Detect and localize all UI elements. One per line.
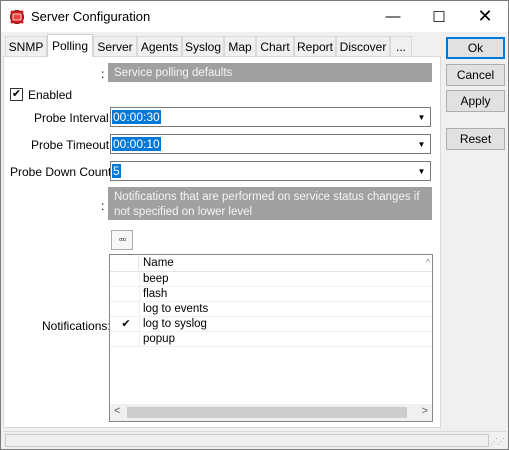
list-item[interactable]: popup	[110, 332, 432, 347]
probe-down-count-value: 5	[112, 164, 121, 178]
notifications-description: Notifications that are performed on serv…	[108, 187, 432, 220]
probe-down-count-combo[interactable]: 5 ▼	[110, 161, 431, 181]
probe-timeout-label: Probe Timeout:	[31, 138, 113, 152]
enabled-label: Enabled	[28, 88, 73, 102]
chevron-down-icon[interactable]: ▼	[413, 135, 430, 153]
title-bar[interactable]: Server Configuration — ☐ ✕	[1, 1, 508, 32]
list-item-name: popup	[143, 333, 175, 345]
ok-button[interactable]: Ok	[446, 37, 505, 59]
sort-ascending-icon: ^	[425, 257, 430, 267]
chevron-down-icon[interactable]: ▼	[413, 108, 430, 126]
tab-snmp[interactable]: SNMP	[5, 36, 47, 56]
tab-server[interactable]: Server	[93, 36, 137, 56]
scroll-left-icon[interactable]: <	[114, 405, 120, 417]
list-item-name: log to syslog	[143, 318, 207, 330]
apply-button[interactable]: Apply	[446, 90, 505, 112]
resize-grip-icon[interactable]: ⋰⋰	[490, 437, 505, 446]
scroll-right-icon[interactable]: >	[422, 405, 428, 417]
enabled-checkbox[interactable]: ✔	[10, 88, 23, 101]
probe-down-count-label: Probe Down Count:	[10, 165, 115, 179]
list-header: Name ^	[110, 255, 432, 272]
probe-interval-combo[interactable]: 00:00:30 ▼	[110, 107, 431, 127]
list-item[interactable]: log to events	[110, 302, 432, 317]
list-item-name: beep	[143, 273, 169, 285]
column-divider	[139, 272, 140, 287]
column-divider	[139, 287, 140, 302]
column-divider	[139, 302, 140, 317]
column-divider	[139, 317, 140, 332]
list-item[interactable]: flash	[110, 287, 432, 302]
list-item[interactable]: beep	[110, 272, 432, 287]
notifications-list[interactable]: Name ^ beep flash log to events ✔ log to…	[109, 254, 433, 422]
tab-map[interactable]: Map	[224, 36, 256, 56]
probe-interval-label: Probe Interval:	[34, 111, 113, 125]
app-logo-icon	[10, 10, 24, 24]
section-colon: :	[101, 67, 105, 81]
scrollbar-thumb[interactable]	[127, 407, 407, 418]
horizontal-scrollbar[interactable]: < >	[110, 404, 432, 421]
section-header: Service polling defaults	[108, 63, 432, 82]
chevron-down-icon[interactable]: ▼	[413, 162, 430, 180]
close-button[interactable]: ✕	[462, 1, 508, 32]
tab-chart[interactable]: Chart	[256, 36, 294, 56]
cancel-button[interactable]: Cancel	[446, 64, 505, 86]
edit-notifications-button[interactable]: ▫▫▫	[111, 230, 133, 250]
minimize-button[interactable]: —	[370, 1, 416, 32]
tab-agents[interactable]: Agents	[137, 36, 182, 56]
notifications-label: Notifications:	[42, 319, 111, 333]
tab-polling[interactable]: Polling	[47, 34, 93, 57]
window-title: Server Configuration	[31, 9, 151, 24]
probe-timeout-value: 00:00:10	[112, 137, 161, 151]
check-column-header[interactable]	[110, 255, 139, 272]
reset-button[interactable]: Reset	[446, 128, 505, 150]
check-mark-icon[interactable]: ✔	[116, 317, 136, 330]
status-panel	[5, 434, 489, 447]
tab-syslog[interactable]: Syslog	[182, 36, 224, 56]
probe-timeout-combo[interactable]: 00:00:10 ▼	[110, 134, 431, 154]
server-configuration-window: Server Configuration — ☐ ✕ SNMP Polling …	[0, 0, 509, 450]
tab-report[interactable]: Report	[294, 36, 336, 56]
name-column-header[interactable]: Name	[143, 257, 174, 269]
probe-interval-value: 00:00:30	[112, 110, 161, 124]
maximize-button[interactable]: ☐	[416, 1, 462, 32]
tab-discover[interactable]: Discover	[336, 36, 390, 56]
notif-colon: :	[101, 199, 105, 213]
list-item[interactable]: ✔ log to syslog	[110, 317, 432, 332]
list-item-name: flash	[143, 288, 168, 300]
list-item-name: log to events	[143, 303, 209, 315]
tab-more[interactable]: ...	[390, 36, 412, 56]
column-divider	[139, 332, 140, 347]
status-bar: ⋰⋰	[3, 431, 506, 448]
